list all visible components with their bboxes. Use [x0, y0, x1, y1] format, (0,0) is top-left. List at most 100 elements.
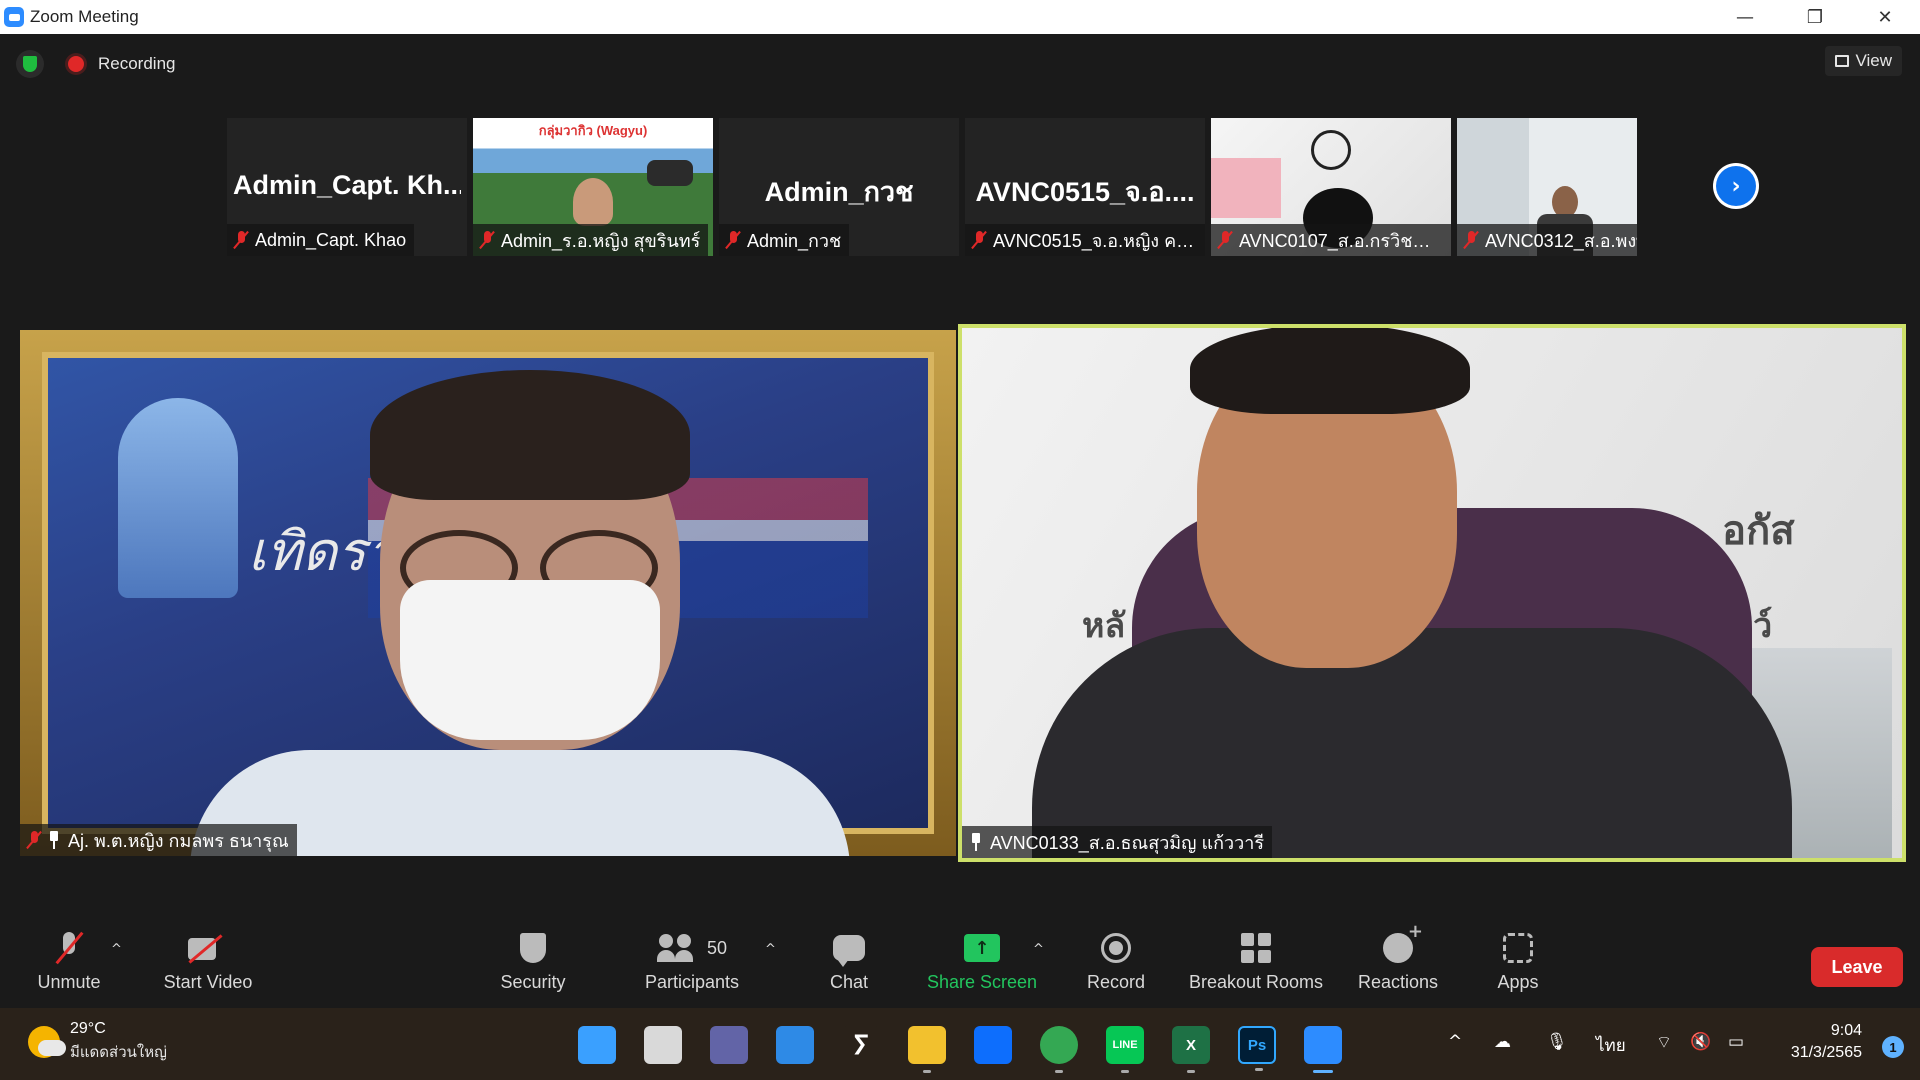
file-explorer-icon[interactable]: [908, 1026, 946, 1073]
mic-muted-icon: [235, 231, 247, 249]
weather-widget[interactable]: 29°C มีแดดส่วนใหญ่: [28, 1020, 167, 1064]
participants-icon: [656, 934, 697, 962]
participant-thumbnail[interactable]: AVNC0312_ส.อ.พงษ์อนัน...: [1457, 118, 1637, 256]
participant-name: AVNC0515_จ.อ.หญิง คลี...: [993, 230, 1197, 251]
notification-badge[interactable]: 1: [1882, 1036, 1904, 1058]
windows-start-icon[interactable]: [578, 1026, 616, 1064]
main-video-tile-left[interactable]: เทิดรา Aj. พ.ต.หญิง กมลพร ธนารุณ: [20, 330, 956, 856]
participant-thumbnail[interactable]: กลุ่มวากิว (Wagyu) Admin_ร.อ.หญิง สุขริน…: [473, 118, 713, 256]
windows-taskbar: 29°C มีแดดส่วนใหญ่ ⵢ LINE X Ps ^ ☁ 🎙 ไทย…: [0, 1008, 1920, 1080]
teams-chat-icon[interactable]: [710, 1026, 748, 1064]
participant-name-bar: AVNC0312_ส.อ.พงษ์อนัน...: [1457, 224, 1637, 256]
apps-button[interactable]: Apps: [1494, 928, 1542, 1004]
wifi-icon[interactable]: ⌔: [1656, 1032, 1672, 1053]
unmute-button[interactable]: Unmute: [30, 928, 108, 1004]
participants-label: Participants: [644, 972, 740, 992]
battery-icon[interactable]: ▭: [1728, 1032, 1744, 1052]
line-icon[interactable]: LINE: [1106, 1026, 1144, 1073]
spotlight-pin-icon: [48, 831, 60, 849]
microphone-muted-icon: [58, 932, 80, 964]
participants-count: 50: [706, 937, 728, 958]
chat-bubble-icon: [833, 935, 865, 967]
participant-display-name: Admin_Capt. Kh...: [233, 170, 461, 200]
window-titlebar: Zoom Meeting — ❐ ✕: [0, 0, 1920, 34]
onedrive-cloud-icon[interactable]: ☁: [1494, 1032, 1511, 1052]
cow-image: [647, 160, 693, 186]
start-video-label: Start Video: [163, 972, 253, 992]
unmute-label: Unmute: [37, 972, 101, 992]
participants-options-caret[interactable]: ^: [765, 942, 777, 957]
recording-label[interactable]: Recording: [98, 54, 176, 74]
backdrop-text: หลั: [1082, 607, 1126, 645]
leave-button[interactable]: Leave: [1811, 947, 1903, 987]
meeting-topbar: Recording View: [0, 34, 1920, 94]
video-off-icon: [188, 934, 228, 962]
participant-hair: [370, 370, 690, 500]
participant-name: AVNC0312_ส.อ.พงษ์อนัน...: [1485, 230, 1637, 251]
apps-label: Apps: [1497, 972, 1539, 992]
excel-label: X: [1185, 1036, 1196, 1054]
record-button[interactable]: Record: [1084, 928, 1148, 1004]
minimize-button[interactable]: —: [1710, 0, 1780, 34]
share-screen-button[interactable]: ↑ Share Screen: [926, 928, 1038, 1004]
excel-icon[interactable]: X: [1172, 1026, 1210, 1073]
participant-thumbnail[interactable]: Admin_Capt. Kh... Admin_Capt. Khao: [227, 118, 467, 256]
volume-muted-icon[interactable]: 🔇: [1690, 1032, 1711, 1052]
encryption-shield-icon[interactable]: [16, 50, 44, 78]
partly-sunny-icon: [28, 1026, 66, 1058]
participant-hair: [1190, 328, 1470, 414]
photoshop-icon[interactable]: Ps: [1238, 1026, 1276, 1071]
input-language[interactable]: ไทย: [1596, 1032, 1626, 1059]
breakout-rooms-button[interactable]: Breakout Rooms: [1186, 928, 1326, 1004]
microphone-icon[interactable]: 🎙: [1546, 1032, 1568, 1052]
audio-options-caret[interactable]: ^: [111, 942, 123, 957]
backdrop-text: อกัส: [1722, 509, 1795, 553]
spotlight-pin-icon: [970, 833, 982, 851]
participant-name: Admin_กวช: [747, 230, 842, 251]
chat-button[interactable]: Chat: [826, 928, 872, 1004]
participant-thumbnail[interactable]: AVNC0107_ส.อ.กรวิชญ์ ...: [1211, 118, 1451, 256]
participant-name-bar: Aj. พ.ต.หญิง กมลพร ธนารุณ: [20, 824, 297, 856]
chevron-right-icon: ›: [1716, 166, 1756, 206]
participant-video: [573, 178, 613, 226]
strip-next-button[interactable]: ›: [1713, 163, 1759, 209]
mic-muted-icon: [1219, 231, 1231, 249]
weather-description: มีแดดส่วนใหญ่: [70, 1044, 167, 1061]
close-button[interactable]: ✕: [1850, 0, 1920, 34]
view-label: View: [1855, 51, 1892, 70]
chrome-icon[interactable]: [1040, 1026, 1078, 1073]
dropbox-icon[interactable]: [974, 1026, 1012, 1064]
participant-name: AVNC0133_ส.อ.ธณสุวมิญ แก้ววารี: [990, 832, 1264, 853]
security-button[interactable]: Security: [496, 928, 570, 1004]
share-options-caret[interactable]: ^: [1033, 942, 1045, 957]
reactions-button[interactable]: Reactions: [1356, 921, 1440, 1004]
participant-thumbnail[interactable]: AVNC0515_จ.อ.... AVNC0515_จ.อ.หญิง คลี..…: [965, 118, 1205, 256]
mic-muted-icon: [481, 231, 493, 249]
main-video-tile-right[interactable]: อกัส หลั รสัตว์ AVNC0133_ส.อ.ธณสุวมิญ แก…: [958, 324, 1906, 862]
mail-icon[interactable]: [776, 1026, 814, 1064]
line-label: LINE: [1112, 1039, 1138, 1051]
task-view-icon[interactable]: [644, 1026, 682, 1064]
taskbar-clock[interactable]: 9:04 31/3/2565: [1791, 1022, 1862, 1062]
participants-button[interactable]: 50 Participants: [640, 928, 744, 1004]
participant-name-bar: Admin_ร.อ.หญิง สุขรินทร์: [473, 224, 709, 256]
restore-button[interactable]: ❐: [1780, 0, 1850, 34]
participant-name-bar: Admin_กวช: [719, 224, 850, 256]
weather-temperature: 29°C: [70, 1020, 106, 1037]
mic-muted-icon: [973, 231, 985, 249]
window-controls: — ❐ ✕: [1710, 0, 1920, 34]
video-background: [1211, 158, 1281, 218]
start-video-button[interactable]: Start Video: [158, 928, 258, 1004]
participant-display-name: AVNC0515_จ.อ....: [975, 177, 1195, 207]
participant-thumbnail[interactable]: Admin_กวช Admin_กวช: [719, 118, 959, 256]
app-s-icon[interactable]: ⵢ: [842, 1026, 880, 1064]
show-hidden-icons-chevron-icon[interactable]: ^: [1448, 1032, 1462, 1052]
recording-dot-icon: [68, 56, 84, 72]
zoom-taskbar-icon[interactable]: [1304, 1026, 1342, 1073]
participant-name: Admin_Capt. Khao: [255, 229, 407, 250]
clock-date: 31/3/2565: [1790, 1044, 1862, 1061]
view-button[interactable]: View: [1825, 46, 1902, 76]
mic-muted-icon: [1465, 231, 1477, 249]
chat-label: Chat: [829, 972, 869, 992]
security-label: Security: [500, 972, 566, 992]
